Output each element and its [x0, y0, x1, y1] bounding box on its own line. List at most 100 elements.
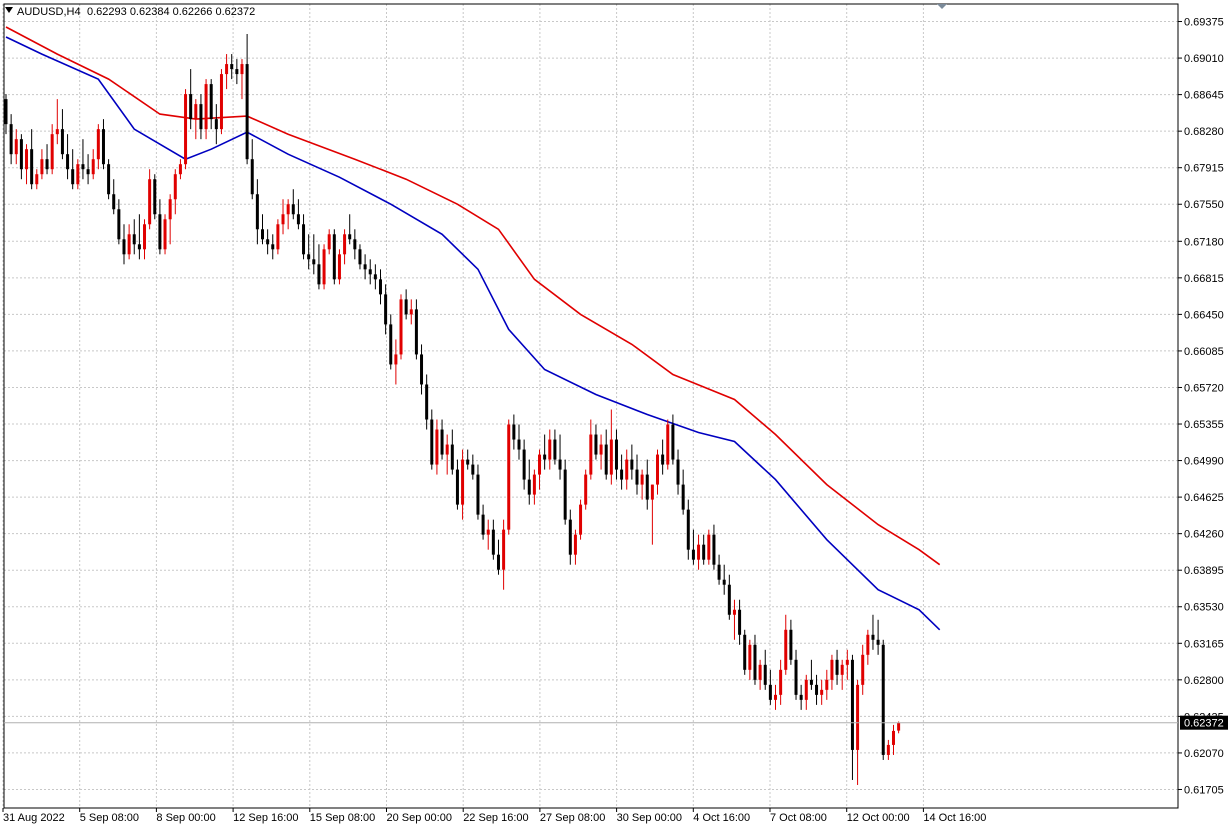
x-tick-label: 7 Oct 08:00 [770, 812, 827, 824]
candle-body [302, 224, 306, 255]
candle-body [599, 444, 603, 455]
candle-body [332, 234, 336, 280]
candle-body [209, 84, 213, 120]
candle-body [563, 469, 567, 520]
candle-body [768, 684, 772, 700]
candle-body [445, 444, 449, 455]
candle-body [830, 659, 834, 680]
candle-body [640, 474, 644, 485]
candle-body [722, 579, 726, 585]
candle-body [127, 234, 131, 255]
candle-body [656, 454, 660, 485]
candle-body [225, 64, 229, 75]
y-tick-label: 0.67180 [1184, 236, 1224, 248]
candle-body [866, 634, 870, 655]
candle-body [378, 279, 382, 295]
candle-body [219, 74, 223, 130]
candle-body [245, 64, 249, 160]
candle-body [840, 664, 844, 675]
candle-body [317, 264, 321, 285]
candle-body [4, 99, 8, 125]
candle-body [9, 124, 13, 155]
candle-body [496, 554, 500, 570]
candle-body [686, 509, 690, 550]
x-tick-label: 15 Sep 08:00 [310, 812, 375, 824]
candle-body [738, 609, 742, 635]
candle-body [691, 549, 695, 560]
candle-body [255, 194, 259, 230]
candle-body [91, 159, 95, 175]
candle-body [76, 164, 80, 185]
candle-body [45, 159, 49, 170]
candle-body [204, 84, 208, 130]
candle-body [604, 444, 608, 475]
candle-body [466, 459, 470, 465]
x-tick-label: 4 Oct 16:00 [693, 812, 750, 824]
candle-body [322, 249, 326, 285]
candle [337, 249, 341, 285]
candle-body [353, 239, 357, 250]
x-tick-label: 27 Sep 08:00 [540, 812, 605, 824]
candle-body [789, 629, 793, 660]
candle-body [481, 514, 485, 535]
candle [332, 229, 336, 285]
candle-body [753, 644, 757, 680]
candle [276, 219, 280, 255]
y-tick-label: 0.67550 [1184, 199, 1224, 211]
candle-body [558, 459, 562, 470]
candle-body [343, 234, 347, 255]
x-tick-label: 12 Sep 16:00 [233, 812, 298, 824]
candle-body [476, 474, 480, 515]
y-tick-label: 0.61705 [1184, 784, 1224, 796]
chart-symbol: AUDUSD,H4 [17, 6, 81, 18]
candle [507, 419, 511, 535]
candle-body [763, 664, 767, 685]
candle-body [861, 654, 865, 685]
price-chart[interactable]: 0.69375 0.69010 0.68645 0.68280 0.67915 0.675… [0, 0, 1232, 832]
candle-body [291, 204, 295, 215]
candle-body [491, 529, 495, 555]
candle-body [81, 164, 85, 170]
x-tick-label: 5 Sep 08:00 [80, 812, 139, 824]
candle-body [327, 234, 331, 250]
candle-body [420, 354, 424, 385]
y-tick-label: 0.64625 [1184, 492, 1224, 504]
candle-body [189, 94, 193, 120]
candle [184, 89, 188, 170]
candle-body [117, 209, 121, 240]
candle-body [307, 254, 311, 260]
candle-body [784, 629, 788, 670]
candle-body [348, 234, 352, 240]
candle-body [66, 154, 70, 170]
candle-body [645, 474, 649, 500]
y-tick-label: 0.62070 [1184, 748, 1224, 760]
candle-body [35, 174, 39, 185]
candle [743, 629, 747, 675]
candle [153, 174, 157, 220]
candle-body [132, 234, 136, 245]
current-price-value: 0.62372 [1184, 718, 1224, 730]
candle [666, 419, 670, 470]
candle-body [271, 244, 275, 250]
candle [579, 499, 583, 540]
candle [881, 639, 885, 760]
candle-body [779, 669, 783, 695]
candle [163, 214, 167, 255]
y-tick-label: 0.64260 [1184, 529, 1224, 541]
candle-body [276, 224, 280, 250]
y-tick-label: 0.65720 [1184, 382, 1224, 394]
candle-body [876, 639, 880, 645]
candle-body [543, 454, 547, 460]
candle-body [845, 659, 849, 665]
candle-body [296, 214, 300, 225]
candle-body [430, 419, 434, 465]
candle-body [717, 564, 721, 580]
y-tick-label: 0.63530 [1184, 602, 1224, 614]
candle-body [671, 424, 675, 460]
y-tick-label: 0.67915 [1184, 163, 1224, 175]
candle-body [250, 159, 254, 195]
candle-body [609, 439, 613, 475]
candle-body [40, 159, 44, 175]
candle-body [650, 484, 654, 500]
y-tick-label: 0.62800 [1184, 675, 1224, 687]
